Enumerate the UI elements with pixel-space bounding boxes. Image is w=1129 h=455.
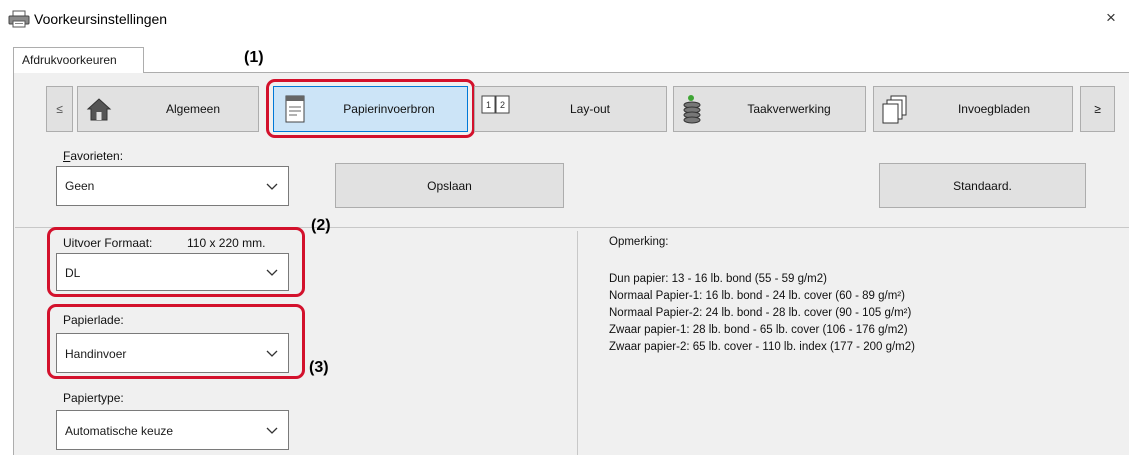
category-button-invoegbladen[interactable]: Invoegbladen bbox=[873, 86, 1073, 132]
printer-icon bbox=[8, 10, 30, 28]
tab-afdrukvoorkeuren[interactable]: Afdrukvoorkeuren bbox=[13, 47, 144, 73]
category-button-papierinvoerbron[interactable]: Papierinvoerbron bbox=[273, 86, 468, 132]
annotation-3: (3) bbox=[309, 359, 329, 376]
category-button-lay-out[interactable]: 1 2 Lay-out bbox=[474, 86, 667, 132]
remark-line: Dun papier: 13 - 16 lb. bond (55 - 59 g/… bbox=[609, 273, 827, 285]
category-label: Invoegbladen bbox=[957, 102, 1031, 116]
close-icon[interactable]: × bbox=[1106, 8, 1116, 28]
category-label: Lay-out bbox=[569, 102, 611, 116]
prev-page-button[interactable]: ≤ bbox=[46, 86, 73, 132]
chevron-down-icon bbox=[266, 350, 278, 357]
home-icon bbox=[86, 98, 112, 121]
next-page-button[interactable]: ≥ bbox=[1080, 86, 1115, 132]
remark-line: Zwaar papier-1: 28 lb. bond - 65 lb. cov… bbox=[609, 324, 908, 336]
layout-pages-icon: 1 2 bbox=[481, 95, 510, 114]
chevron-down-icon bbox=[266, 427, 278, 434]
column-divider bbox=[577, 231, 578, 455]
remark-line: Normaal Papier-1: 16 lb. bond - 24 lb. c… bbox=[609, 290, 905, 302]
remark-line: Normaal Papier-2: 24 lb. bond - 28 lb. c… bbox=[609, 307, 912, 319]
default-button[interactable]: Standaard. bbox=[879, 163, 1086, 208]
category-label: Algemeen bbox=[165, 102, 221, 116]
save-button-label: Opslaan bbox=[427, 179, 472, 193]
annotation-2: (2) bbox=[311, 217, 331, 234]
chevron-down-icon bbox=[266, 269, 278, 276]
favorites-value: Geen bbox=[65, 179, 95, 193]
favorites-select[interactable]: Geen bbox=[56, 166, 289, 206]
paper-type-select[interactable]: Automatische keuze bbox=[56, 410, 289, 450]
category-label: Taakverwerking bbox=[747, 102, 831, 116]
save-button[interactable]: Opslaan bbox=[335, 163, 564, 208]
svg-text:2: 2 bbox=[500, 100, 505, 110]
paper-tray-label: Papierlade: bbox=[63, 313, 124, 327]
category-button-algemeen[interactable]: Algemeen bbox=[77, 86, 259, 132]
category-button-taakverwerking[interactable]: Taakverwerking bbox=[673, 86, 866, 132]
default-button-label: Standaard. bbox=[953, 179, 1012, 193]
output-size-label: Uitvoer Formaat: bbox=[63, 236, 153, 250]
remark-line: Zwaar papier-2: 65 lb. cover - 110 lb. i… bbox=[609, 341, 915, 353]
output-size-value: DL bbox=[65, 266, 81, 280]
svg-text:1: 1 bbox=[486, 100, 491, 110]
paper-type-value: Automatische keuze bbox=[65, 424, 174, 438]
annotation-1: (1) bbox=[244, 49, 264, 66]
category-label: Papierinvoerbron bbox=[343, 102, 435, 116]
job-stack-icon bbox=[683, 95, 701, 124]
title-bar bbox=[0, 0, 1129, 40]
paper-tray-icon bbox=[285, 95, 305, 123]
paper-tray-value: Handinvoer bbox=[65, 347, 127, 361]
window-title: Voorkeursinstellingen bbox=[34, 11, 168, 27]
chevron-down-icon bbox=[266, 183, 278, 190]
favorites-label: Favorieten: bbox=[63, 149, 124, 163]
paper-tray-select[interactable]: Handinvoer bbox=[56, 333, 289, 373]
insert-sheets-icon bbox=[882, 95, 907, 124]
paper-type-label: Papiertype: bbox=[63, 391, 124, 405]
remark-heading: Opmerking: bbox=[609, 236, 669, 248]
output-size-dimension: 110 x 220 mm. bbox=[187, 236, 266, 250]
output-size-select[interactable]: DL bbox=[56, 253, 289, 291]
